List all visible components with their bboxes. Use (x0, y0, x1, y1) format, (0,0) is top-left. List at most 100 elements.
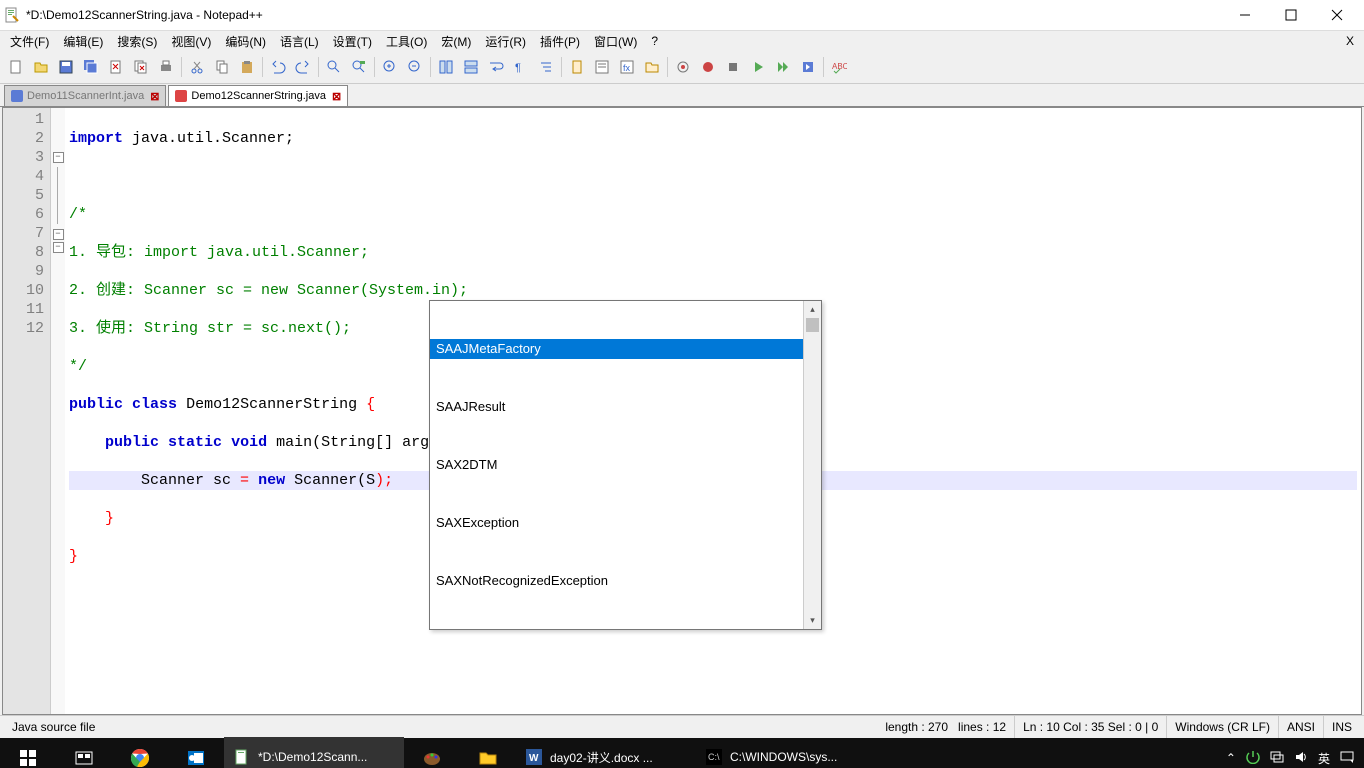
indent-guide-icon[interactable] (534, 55, 558, 79)
menu-run[interactable]: 运行(R) (479, 31, 532, 52)
play-macro-icon[interactable] (746, 55, 770, 79)
tray-power-icon[interactable] (1246, 750, 1260, 767)
fold-toggle-icon[interactable]: − (53, 152, 64, 163)
undo-icon[interactable] (266, 55, 290, 79)
line-number-gutter: 1 2 3 4 5 6 7 8 9 10 11 12 (3, 108, 51, 714)
close-all-icon[interactable] (129, 55, 153, 79)
tab-active[interactable]: Demo12ScannerString.java ⊠ (168, 85, 348, 106)
autocomplete-item[interactable]: SAAJMetaFactory (430, 339, 803, 359)
close-button[interactable] (1314, 0, 1360, 30)
line-number: 6 (5, 205, 44, 224)
tab-close-icon[interactable]: ⊠ (332, 90, 341, 103)
menu-help[interactable]: ? (645, 32, 664, 50)
outlook-icon[interactable] (168, 738, 224, 768)
tab-saved-icon (11, 90, 23, 102)
menu-window[interactable]: 窗口(W) (588, 31, 643, 52)
explorer-icon[interactable] (460, 738, 516, 768)
menu-close-button[interactable]: X (1340, 32, 1360, 50)
menu-encoding[interactable]: 编码(N) (219, 31, 272, 52)
tray-volume-icon[interactable] (1294, 750, 1308, 767)
window-title: *D:\Demo12ScannerString.java - Notepad++ (26, 8, 1222, 22)
menu-file[interactable]: 文件(F) (4, 31, 55, 52)
code-area[interactable]: import java.util.Scanner; /* 1. 导包: impo… (65, 108, 1361, 714)
fold-toggle-icon[interactable]: − (53, 229, 64, 240)
open-file-icon[interactable] (29, 55, 53, 79)
chrome-icon[interactable] (112, 738, 168, 768)
svg-text:W: W (529, 753, 539, 764)
playback-multi-icon[interactable] (771, 55, 795, 79)
autocomplete-scrollbar[interactable]: ▴ ▾ (803, 301, 821, 629)
line-number: 7 (5, 224, 44, 243)
save-icon[interactable] (54, 55, 78, 79)
copy-icon[interactable] (210, 55, 234, 79)
wrap-icon[interactable] (484, 55, 508, 79)
menu-search[interactable]: 搜索(S) (111, 31, 163, 52)
line-number: 5 (5, 186, 44, 205)
status-position: Ln : 10 Col : 35 Sel : 0 | 0 (1015, 716, 1167, 738)
sync-h-icon[interactable] (459, 55, 483, 79)
save-macro-icon[interactable] (796, 55, 820, 79)
autocomplete-item[interactable]: SAAJResult (430, 397, 803, 417)
scroll-thumb[interactable] (806, 318, 819, 332)
redo-icon[interactable] (291, 55, 315, 79)
folder-view-icon[interactable] (640, 55, 664, 79)
taskbar-notepadpp[interactable]: *D:\Demo12Scann... (224, 737, 404, 768)
function-list-icon[interactable]: fx (615, 55, 639, 79)
taskbar: *D:\Demo12Scann... W day02-讲义.docx ... C… (0, 738, 1364, 768)
maximize-button[interactable] (1268, 0, 1314, 30)
menu-settings[interactable]: 设置(T) (327, 31, 378, 52)
menu-tools[interactable]: 工具(O) (380, 31, 433, 52)
show-symbols-icon[interactable]: ¶ (509, 55, 533, 79)
sync-v-icon[interactable] (434, 55, 458, 79)
autocomplete-item[interactable]: SAXException (430, 513, 803, 533)
scroll-down-icon[interactable]: ▾ (804, 612, 821, 629)
find-icon[interactable] (322, 55, 346, 79)
status-filetype: Java source file (4, 716, 103, 738)
zoom-out-icon[interactable] (403, 55, 427, 79)
doc-map-icon[interactable] (565, 55, 589, 79)
line-number: 3 (5, 148, 44, 167)
scroll-up-icon[interactable]: ▴ (804, 301, 821, 318)
line-number: 12 (5, 319, 44, 338)
stop-macro-icon[interactable] (721, 55, 745, 79)
menu-edit[interactable]: 编辑(E) (57, 31, 109, 52)
start-button[interactable] (0, 738, 56, 768)
menu-view[interactable]: 视图(V) (165, 31, 217, 52)
save-all-icon[interactable] (79, 55, 103, 79)
doc-list-icon[interactable] (590, 55, 614, 79)
autocomplete-item[interactable]: SAXNotRecognizedException (430, 571, 803, 591)
status-length: length : 270 lines : 12 (877, 716, 1015, 738)
close-file-icon[interactable] (104, 55, 128, 79)
print-icon[interactable] (154, 55, 178, 79)
fold-toggle-icon[interactable]: − (53, 242, 64, 253)
paste-icon[interactable] (235, 55, 259, 79)
minimize-button[interactable] (1222, 0, 1268, 30)
tray-notifications-icon[interactable] (1340, 750, 1354, 767)
tray-up-icon[interactable]: ⌃ (1226, 751, 1236, 765)
spellcheck-icon[interactable]: ABC (827, 55, 851, 79)
taskbar-word[interactable]: W day02-讲义.docx ... (516, 737, 696, 768)
menu-macro[interactable]: 宏(M) (435, 31, 477, 52)
menu-language[interactable]: 语言(L) (274, 31, 325, 52)
record-macro-icon[interactable] (696, 55, 720, 79)
tab-inactive[interactable]: Demo11ScannerInt.java ⊠ (4, 85, 166, 106)
toolbar: ¶ fx ABC (0, 51, 1364, 84)
autocomplete-item[interactable]: SAX2DTM (430, 455, 803, 475)
tray-ime[interactable]: 英 (1318, 750, 1330, 767)
replace-icon[interactable] (347, 55, 371, 79)
task-view-button[interactable] (56, 738, 112, 768)
tray-network-icon[interactable] (1270, 750, 1284, 767)
fold-column: − − − (51, 108, 65, 714)
zoom-in-icon[interactable] (378, 55, 402, 79)
tab-close-icon[interactable]: ⊠ (150, 90, 159, 103)
taskbar-cmd[interactable]: C:\ C:\WINDOWS\sys... (696, 737, 876, 768)
statusbar: Java source file length : 270 lines : 12… (0, 715, 1364, 738)
new-file-icon[interactable] (4, 55, 28, 79)
monitor-icon[interactable] (671, 55, 695, 79)
editor: 1 2 3 4 5 6 7 8 9 10 11 12 − − − import … (2, 107, 1362, 715)
line-number: 8 (5, 243, 44, 262)
line-number: 1 (5, 110, 44, 129)
paint-icon[interactable] (404, 738, 460, 768)
menu-plugins[interactable]: 插件(P) (534, 31, 586, 52)
cut-icon[interactable] (185, 55, 209, 79)
